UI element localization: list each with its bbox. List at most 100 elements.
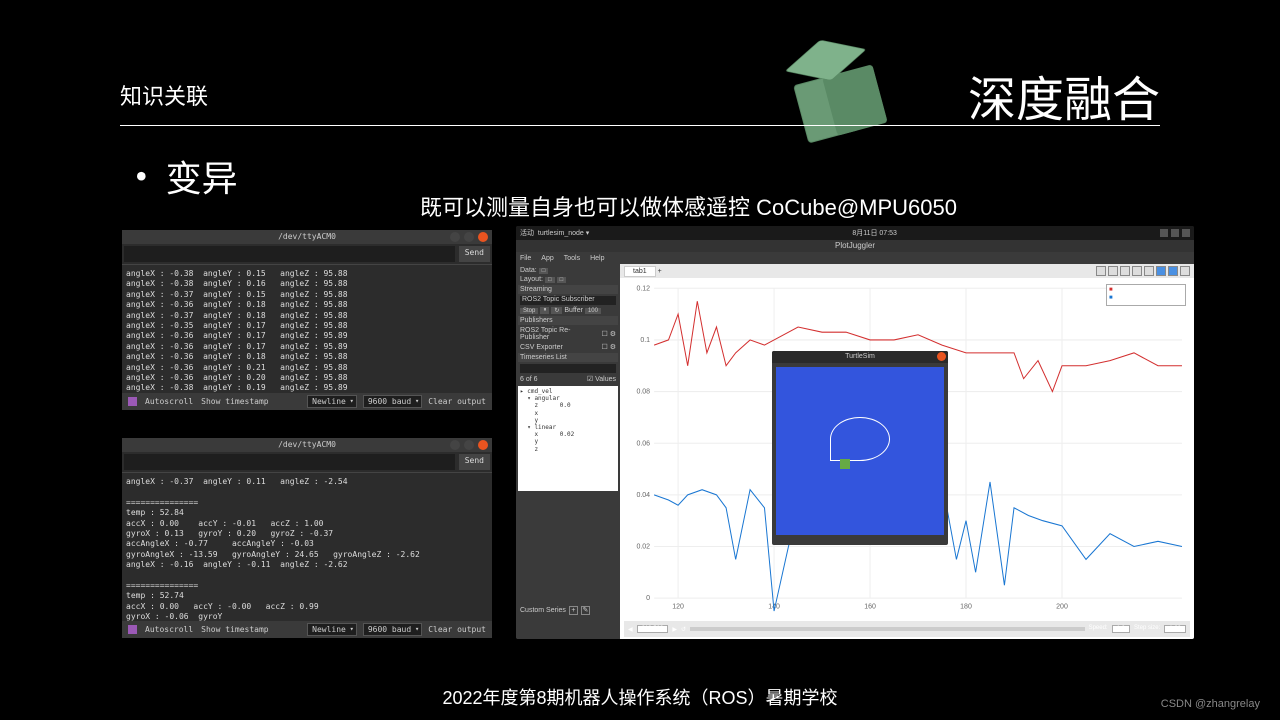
tool-select-icon[interactable] xyxy=(1156,266,1166,276)
network-icon[interactable] xyxy=(1160,229,1168,237)
data-open-button[interactable]: □ xyxy=(539,268,549,274)
tool-grid-icon[interactable] xyxy=(1144,266,1154,276)
filter-input[interactable] xyxy=(520,364,616,373)
close-icon[interactable] xyxy=(937,352,946,361)
prev-button[interactable]: ◀ xyxy=(628,626,633,633)
watermark: CSDN @zhangrelay xyxy=(1161,698,1260,710)
tool-link-icon[interactable] xyxy=(1168,266,1178,276)
svg-text:0.04: 0.04 xyxy=(636,491,650,499)
svg-text:0.1: 0.1 xyxy=(640,336,650,344)
process-label[interactable]: turtlesim_node ▾ xyxy=(538,229,589,237)
add-series-button[interactable]: + xyxy=(569,606,578,615)
line-ending-select[interactable]: Newline xyxy=(307,395,357,408)
serial-monitor-1: /dev/ttyACM0 Send angleX : -0.38 angleY … xyxy=(122,230,492,410)
play-button[interactable]: ▶ xyxy=(672,626,677,633)
timestamp-label: Show timestamp xyxy=(201,625,268,634)
line-ending-select[interactable]: Newline xyxy=(307,623,357,636)
legend-entry-angular: /turtle1/cmd_vel/angular/z xyxy=(1109,287,1183,295)
layout-save-button[interactable]: □ xyxy=(557,277,567,283)
window-title-bar: /dev/ttyACM0 xyxy=(122,438,492,452)
svg-text:0.02: 0.02 xyxy=(636,542,650,550)
cocube-icon xyxy=(780,40,890,150)
clear-output-button[interactable]: Clear output xyxy=(428,397,486,406)
subscriber-select[interactable]: ROS2 Topic Subscriber xyxy=(520,296,616,305)
slide-footer: 2022年度第8期机器人操作系统（ROS）暑期学校 xyxy=(0,684,1280,710)
speed-label: Speed: xyxy=(1089,625,1108,633)
svg-text:180: 180 xyxy=(960,602,972,610)
menu-file[interactable]: File xyxy=(520,255,531,262)
autoscroll-checkbox[interactable] xyxy=(128,397,137,406)
turtle-path xyxy=(830,417,890,461)
close-icon[interactable] xyxy=(478,440,488,450)
svg-text:0.12: 0.12 xyxy=(636,284,650,292)
send-button[interactable]: Send xyxy=(459,246,490,262)
svg-text:120: 120 xyxy=(672,602,684,610)
menu-help[interactable]: Help xyxy=(590,255,604,262)
buffer-label: Buffer xyxy=(564,307,583,314)
timeseries-tree[interactable]: ▸ cmd_vel ▾ angular z 0.0 x y ▾ linear x… xyxy=(518,386,618,491)
menubar: File App Tools Help xyxy=(516,252,1194,264)
app-title-bar: PlotJuggler xyxy=(516,240,1194,252)
stream-pause-button[interactable]: ⏸ xyxy=(540,307,549,314)
sidebar: Data:□ Layout:□□ Streaming ROS2 Topic Su… xyxy=(516,264,620,639)
layout-label: Layout: xyxy=(520,276,543,283)
custom-series-row: Custom Series + ✎ xyxy=(516,604,594,617)
menu-tools[interactable]: Tools xyxy=(564,255,580,262)
tool-crosshair-icon[interactable] xyxy=(1096,266,1106,276)
step-input[interactable]: 1.00 xyxy=(1164,625,1186,633)
baud-select[interactable]: 9600 baud xyxy=(363,623,422,636)
plot-tab[interactable]: tab1 xyxy=(624,266,656,277)
speed-input[interactable]: 1.0 xyxy=(1112,625,1130,633)
layout-open-button[interactable]: □ xyxy=(545,277,555,283)
serial-input[interactable] xyxy=(124,454,455,470)
svg-text:200: 200 xyxy=(1056,602,1068,610)
close-icon[interactable] xyxy=(478,232,488,242)
maximize-icon[interactable] xyxy=(464,440,474,450)
data-label: Data: xyxy=(520,267,537,274)
time-toolbar: ◀ 213.509 ▶ ↺ Speed: 1.0 Step size: 1.00 xyxy=(624,621,1190,637)
legend: /turtle1/cmd_vel/angular/z /turtle1/cmd_… xyxy=(1106,284,1186,306)
buffer-input[interactable]: 100 xyxy=(585,308,601,314)
serial-output: angleX : -0.38 angleY : 0.15 angleZ : 95… xyxy=(122,265,492,397)
tool-zoom-icon[interactable] xyxy=(1108,266,1118,276)
time-slider[interactable] xyxy=(690,627,1085,631)
autoscroll-checkbox[interactable] xyxy=(128,625,137,634)
turtle-icon xyxy=(840,459,850,469)
turtlesim-title-bar: TurtleSim xyxy=(772,351,948,363)
volume-icon[interactable] xyxy=(1171,229,1179,237)
serial-input[interactable] xyxy=(124,246,455,262)
serial-output: angleX : -0.37 angleY : 0.11 angleZ : -2… xyxy=(122,473,492,625)
menu-app[interactable]: App xyxy=(541,255,553,262)
desktop-topbar: 活动 turtlesim_node ▾ 8月11日 07:53 xyxy=(516,226,1194,240)
republisher-label: ROS2 Topic Re-Publisher xyxy=(520,327,600,341)
svg-text:0.08: 0.08 xyxy=(636,388,650,396)
maximize-icon[interactable] xyxy=(464,232,474,242)
tool-split-icon[interactable] xyxy=(1180,266,1190,276)
minimize-icon[interactable] xyxy=(450,440,460,450)
streaming-header: Streaming xyxy=(518,285,618,294)
bullet-item: 变异 xyxy=(135,150,238,202)
page-title: 深度融合 xyxy=(968,60,1160,130)
tool-fit-icon[interactable] xyxy=(1132,266,1142,276)
svg-text:0.06: 0.06 xyxy=(636,439,650,447)
cursor-time[interactable]: 213.509 xyxy=(637,625,669,633)
power-icon[interactable] xyxy=(1182,229,1190,237)
baud-select[interactable]: 9600 baud xyxy=(363,395,422,408)
turtlesim-window: TurtleSim xyxy=(772,351,948,545)
stream-stop-button[interactable]: Stop xyxy=(520,308,538,314)
window-title-bar: /dev/ttyACM0 xyxy=(122,230,492,244)
timestamp-label: Show timestamp xyxy=(201,397,268,406)
loop-button[interactable]: ↺ xyxy=(681,626,686,633)
values-label: Values xyxy=(595,376,616,383)
add-tab-button[interactable]: + xyxy=(658,268,662,275)
stream-restart-button[interactable]: ↻ xyxy=(551,307,562,314)
send-button[interactable]: Send xyxy=(459,454,490,470)
section-label: 知识关联 xyxy=(120,79,208,111)
minimize-icon[interactable] xyxy=(450,232,460,242)
tool-move-icon[interactable] xyxy=(1120,266,1130,276)
clear-output-button[interactable]: Clear output xyxy=(428,625,486,634)
activities-label[interactable]: 活动 xyxy=(520,228,534,238)
subtitle: 既可以测量自身也可以做体感遥控 CoCube@MPU6050 xyxy=(420,190,957,222)
edit-series-button[interactable]: ✎ xyxy=(581,606,590,615)
publishers-header: Publishers xyxy=(518,316,618,325)
